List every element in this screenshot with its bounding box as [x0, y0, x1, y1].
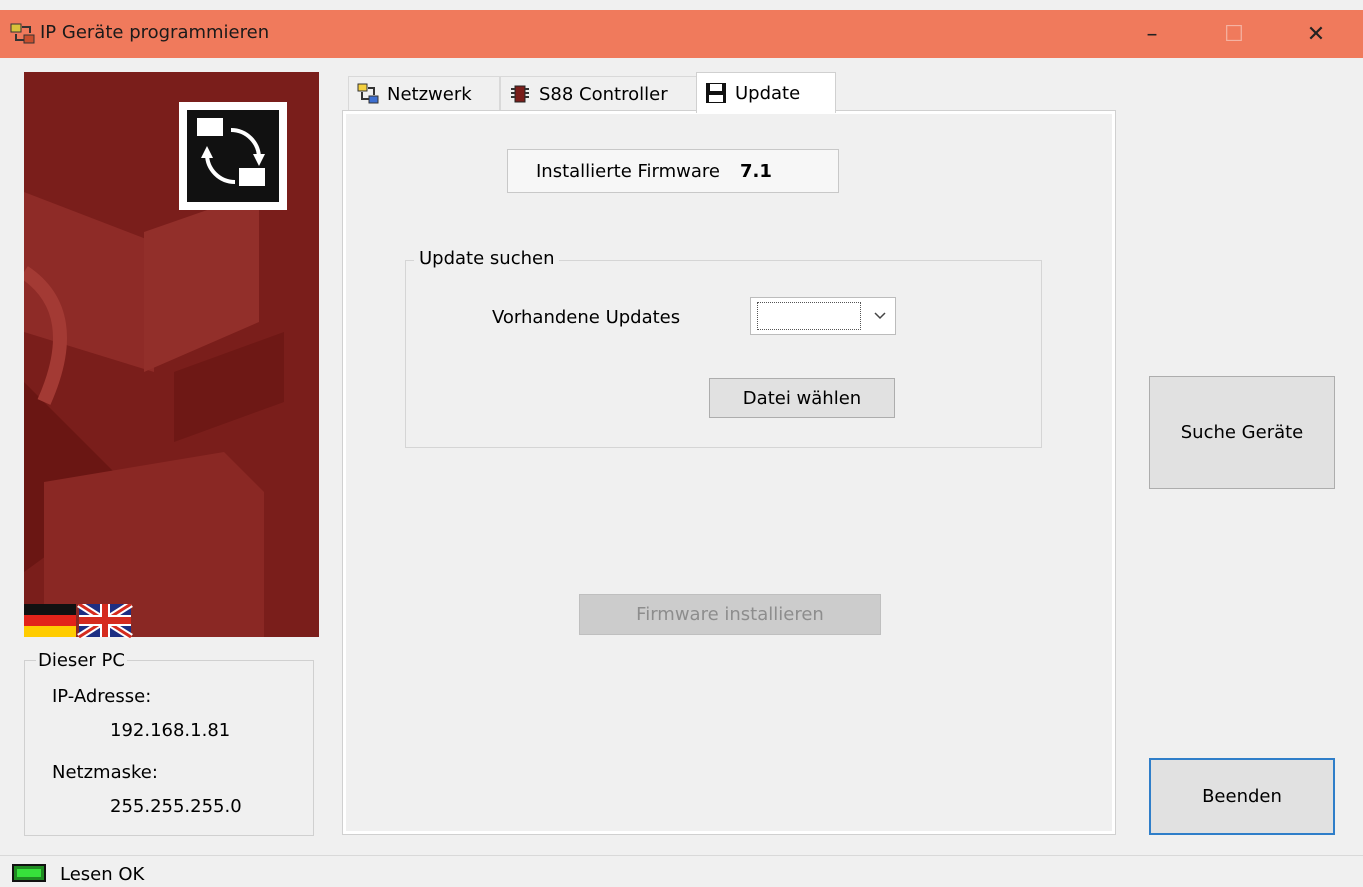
netmask-value: 255.255.255.0	[110, 796, 242, 817]
minimize-button[interactable]: –	[1122, 10, 1182, 58]
choose-file-button[interactable]: Datei wählen	[709, 378, 895, 418]
status-text: Lesen OK	[60, 864, 145, 885]
tab-netzwerk[interactable]: Netzwerk	[348, 76, 500, 111]
maximize-button[interactable]: ☐	[1204, 10, 1264, 58]
quit-button[interactable]: Beenden	[1149, 758, 1335, 835]
ip-address-label: IP-Adresse:	[52, 686, 152, 707]
update-search-legend: Update suchen	[414, 248, 560, 269]
floppy-disk-icon	[705, 82, 727, 104]
installed-firmware-value: 7.1	[740, 160, 772, 182]
close-icon: ✕	[1306, 21, 1326, 47]
brand-panel	[24, 72, 319, 637]
language-flags	[24, 601, 134, 640]
ip-address-value: 192.168.1.81	[110, 720, 231, 741]
update-tab-panel	[342, 110, 1116, 835]
install-firmware-button[interactable]: Firmware installieren	[579, 594, 881, 635]
select-focus-rect	[757, 302, 861, 330]
ip-device-logo-icon	[179, 102, 287, 210]
minimize-icon: –	[1146, 21, 1158, 47]
tab-update-label: Update	[735, 82, 801, 104]
search-devices-button[interactable]: Suche Geräte	[1149, 376, 1335, 489]
netmask-label: Netzmaske:	[52, 762, 158, 783]
network-tool-icon	[10, 22, 36, 46]
window-title: IP Geräte programmieren	[40, 22, 270, 43]
chevron-down-icon[interactable]	[873, 307, 887, 326]
status-led-icon	[12, 864, 46, 882]
german-flag-icon[interactable]	[24, 604, 76, 637]
available-updates-label: Vorhandene Updates	[492, 307, 681, 328]
status-bar: Lesen OK	[0, 855, 1363, 887]
tab-s88-controller[interactable]: S88 Controller	[500, 76, 698, 111]
update-search-group	[405, 260, 1042, 448]
tab-update[interactable]: Update	[696, 72, 836, 113]
controller-icon	[509, 83, 531, 105]
pc-group-legend: Dieser PC	[36, 650, 127, 671]
maximize-icon: ☐	[1224, 21, 1244, 47]
network-icon	[357, 83, 379, 105]
available-updates-select[interactable]	[750, 297, 896, 335]
close-button[interactable]: ✕	[1286, 10, 1346, 58]
installed-firmware-box: Installierte Firmware 7.1	[507, 149, 839, 193]
tab-s88-label: S88 Controller	[539, 83, 668, 105]
uk-flag-icon[interactable]	[77, 601, 133, 640]
installed-firmware-label: Installierte Firmware	[536, 160, 721, 182]
tab-netzwerk-label: Netzwerk	[387, 83, 472, 105]
title-bar[interactable]: IP Geräte programmieren – ☐ ✕	[0, 10, 1363, 58]
